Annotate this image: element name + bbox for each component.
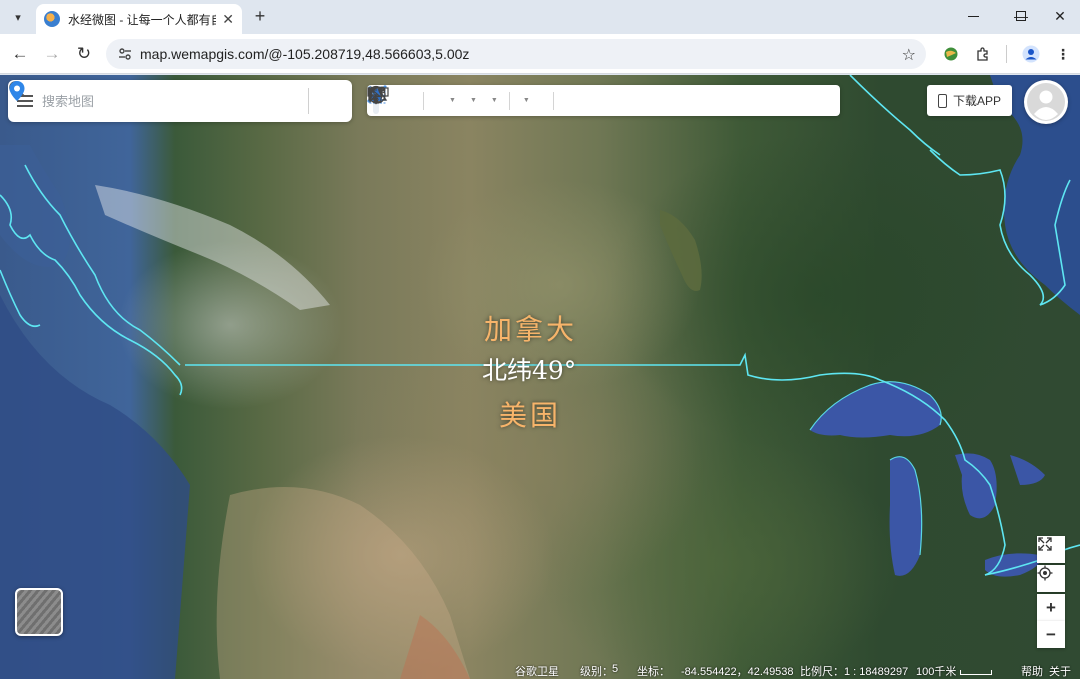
site-favicon-icon — [44, 11, 60, 27]
new-tab-icon[interactable]: + — [250, 6, 270, 27]
forward-arrow-icon[interactable]: → — [40, 42, 64, 66]
search-input[interactable] — [42, 86, 260, 116]
address-bar: ← → ↻ map.wemapgis.com/@-105.208719,48.5… — [0, 34, 1080, 74]
profile-icon[interactable] — [1020, 43, 1042, 65]
text-tool-icon[interactable]: A ▼ — [369, 86, 501, 114]
toolbar-separator — [423, 91, 424, 110]
label-canada: 加拿大 — [484, 313, 578, 346]
reload-icon[interactable]: ↻ — [72, 42, 96, 66]
polygon-icon[interactable]: ▼ — [368, 87, 480, 114]
zoom-out-button[interactable]: − — [1037, 621, 1065, 648]
bookmark-star-icon[interactable]: ☆ — [902, 45, 916, 65]
search-icon[interactable] — [9, 81, 302, 117]
user-avatar[interactable] — [1024, 80, 1068, 124]
toolbar-separator — [552, 91, 554, 110]
phone-icon — [937, 93, 947, 108]
zoom-level-label: 级别： — [580, 666, 613, 678]
zoom-level-value: 5 — [612, 663, 619, 675]
polyline-icon[interactable]: ▼ — [367, 85, 459, 114]
tab-close-icon[interactable]: ✕ — [222, 11, 234, 28]
maximize-button[interactable] — [998, 4, 1044, 28]
map-toolbar: ▼ ▼ A ▼ ▼ — [367, 85, 840, 116]
marker-pin-icon[interactable] — [369, 85, 438, 114]
search-divider — [308, 88, 309, 114]
identify-cursor-icon[interactable] — [369, 86, 545, 114]
scale-bar-label: 100千米 — [916, 666, 957, 678]
browser-tab-bar: ▾ 水经微图 - 让每一个人都有自己 ✕ + — ✕ — [0, 0, 1080, 34]
globe-icon[interactable] — [368, 86, 568, 114]
basemap-switcher[interactable] — [15, 588, 63, 636]
download-app-label: 下载APP — [952, 94, 1001, 108]
close-window-button[interactable]: ✕ — [1040, 4, 1080, 28]
help-link[interactable]: 帮助 — [1021, 663, 1043, 679]
extensions-puzzle-icon[interactable] — [972, 43, 994, 65]
about-link[interactable]: 关于 — [1049, 663, 1071, 679]
tab-title: 水经微图 - 让每一个人都有自己 — [68, 12, 216, 27]
zoom-in-button[interactable]: + — [1037, 594, 1065, 621]
url-text: map.wemapgis.com/@-105.208719,48.566603,… — [140, 46, 470, 62]
map-canvas[interactable]: 加拿大 北纬49° 美国 ▼ — [0, 75, 1080, 679]
user-avatar-icon — [1027, 83, 1065, 121]
download-app-button[interactable]: 下载APP — [927, 85, 1012, 116]
label-usa: 美国 — [499, 399, 562, 432]
coordinate-value: -84.554422，42.49538 — [681, 666, 794, 678]
back-arrow-icon[interactable]: ← — [8, 42, 32, 66]
tab-search-button[interactable]: ▾ — [6, 5, 30, 29]
url-omnibox[interactable]: map.wemapgis.com/@-105.208719,48.566603,… — [106, 39, 926, 69]
toolbar-divider — [1006, 45, 1007, 63]
toolbar-separator — [508, 91, 510, 110]
basemap-name: 谷歌卫星 — [515, 666, 559, 678]
minimize-button[interactable] — [950, 4, 996, 28]
fullscreen-icon[interactable] — [1037, 536, 1065, 563]
search-panel — [8, 80, 352, 122]
zoom-box-icon[interactable] — [368, 86, 415, 114]
box-select-icon[interactable] — [369, 86, 403, 114]
scale-bar — [960, 670, 992, 675]
status-bar: 谷歌卫星 级别： 5 坐标： -84.554422，42.49538 比例尺：1… — [0, 662, 1080, 679]
browser-menu-icon[interactable]: ⋮ — [1052, 43, 1074, 65]
browser-tab[interactable]: 水经微图 - 让每一个人都有自己 ✕ — [36, 4, 242, 34]
location-pin-icon[interactable] — [9, 81, 351, 117]
coordinate-label: 坐标： — [637, 666, 670, 678]
locate-me-icon[interactable] — [1037, 565, 1065, 592]
ruler-measure-icon[interactable]: ▼ — [367, 87, 533, 114]
label-latitude: 北纬49° — [482, 356, 577, 385]
extension-globe-icon[interactable] — [940, 43, 962, 65]
scale-label: 比例尺：1 : 18489297 — [800, 666, 909, 678]
site-info-icon[interactable] — [116, 45, 134, 63]
